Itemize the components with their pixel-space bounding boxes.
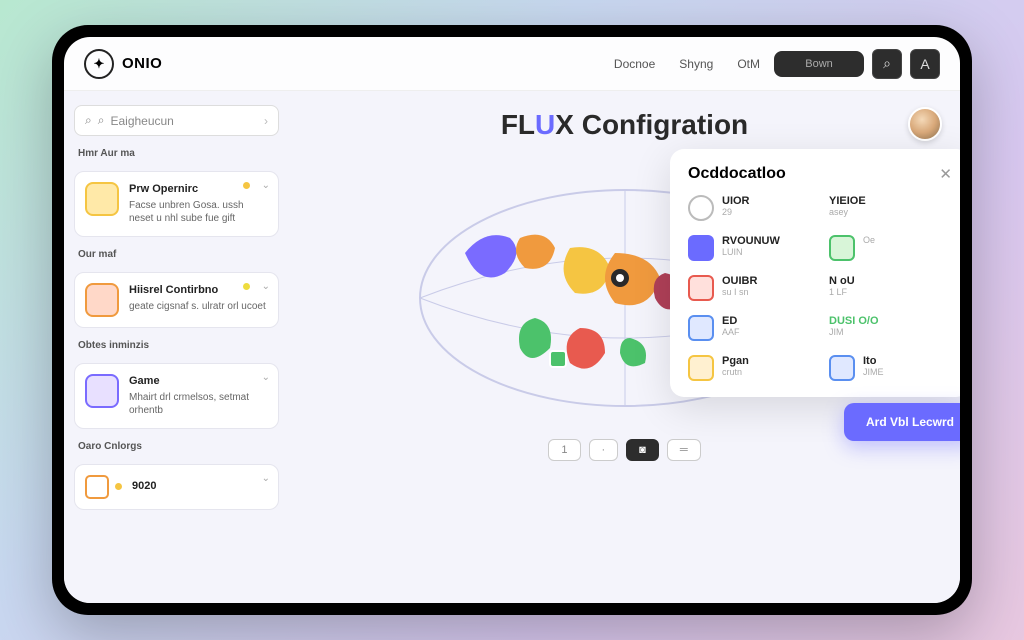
cell-sub: Oe	[863, 235, 875, 245]
sidebar-card-1[interactable]: Prw Opernirc Facse unbren Gosa. ussh nes…	[74, 171, 279, 237]
screen: ✦ ONIO Docnoe Shyng OtM Bown ⌕ A ⌕ ⌕ Eai…	[64, 37, 960, 603]
chevron-icon: ⌄	[262, 473, 270, 484]
control-4[interactable]: ═	[667, 439, 701, 461]
square-icon	[688, 275, 714, 301]
sidebar-heading-3: Obtes inminzis	[74, 338, 279, 353]
panel-cell[interactable]: YIEIOEasey	[829, 195, 952, 221]
brand-name: ONIO	[122, 55, 162, 72]
cell-sub: crutn	[722, 367, 749, 377]
search-chevron-icon: ›	[264, 114, 268, 128]
cell-label: RVOUNUW	[722, 235, 780, 247]
search-icon: ⌕	[85, 113, 92, 128]
panel-cell[interactable]: DUSI O/OJIM	[829, 315, 952, 341]
tablet-frame: ✦ ONIO Docnoe Shyng OtM Bown ⌕ A ⌕ ⌕ Eai…	[52, 25, 972, 615]
nav-item-2[interactable]: Shyng	[679, 57, 713, 71]
home-icon	[829, 355, 855, 381]
page-title: FLUX Configration	[309, 109, 940, 141]
square-icon	[688, 315, 714, 341]
panel-cell[interactable]: EDAAF	[688, 315, 811, 341]
control-1[interactable]: 1	[548, 439, 580, 461]
logo-icon: ✦	[84, 49, 114, 79]
panel-cell[interactable]: UIOR29	[688, 195, 811, 221]
card-desc-3: Mhairt drl crmelsos, setmat orhentb	[129, 391, 268, 418]
control-2[interactable]: ·	[589, 439, 619, 461]
cell-label: Pgan	[722, 355, 749, 367]
cell-sub: LUIN	[722, 247, 780, 257]
card-icon-3	[85, 374, 119, 408]
panel-cell[interactable]: Oe	[829, 235, 952, 261]
square-icon	[688, 355, 714, 381]
card-text-3: Game Mhairt drl crmelsos, setmat orhentb	[129, 374, 268, 418]
square-icon	[688, 235, 714, 261]
search-input[interactable]: ⌕ ⌕ Eaigheucun ›	[74, 105, 279, 136]
panel-cell[interactable]: N oU1 LF	[829, 275, 952, 301]
search-icon-2: ⌕	[98, 113, 105, 128]
main: FLUX Configration	[289, 91, 960, 603]
cell-sub: AAF	[722, 327, 740, 337]
top-right: Bown ⌕ A	[774, 49, 940, 79]
search-placeholder: Eaigheucun	[110, 114, 173, 128]
card-desc-1: Facse unbren Gosa. ussh neset u nhl sube…	[129, 199, 268, 226]
cell-label: DUSI O/O	[829, 315, 879, 327]
sidebar-card-2[interactable]: Hiisrel Contirbno geate cigsnaf s. ulrat…	[74, 272, 279, 328]
avatar[interactable]	[908, 107, 942, 141]
title-suffix: X Configration	[555, 109, 748, 140]
status-pill[interactable]: Bown	[774, 51, 864, 77]
cell-sub: asey	[829, 207, 866, 217]
card-icon-4	[85, 475, 109, 499]
cell-label: YIEIOE	[829, 195, 866, 207]
title-accent: U	[535, 109, 555, 140]
nav-item-1[interactable]: Docnoe	[614, 57, 655, 71]
panel-header: Ocddocatloo ✕	[688, 165, 952, 183]
control-3[interactable]: ◙	[626, 439, 659, 461]
cell-label: OUIBR	[722, 275, 757, 287]
radio-icon	[688, 195, 714, 221]
status-dot-2	[243, 283, 250, 290]
card-title-3: Game	[129, 374, 268, 389]
close-icon[interactable]: ✕	[939, 165, 952, 183]
sidebar-heading-1: Hmr Aur ma	[74, 146, 279, 161]
cell-label: N oU	[829, 275, 855, 287]
chevron-icon: ⌄	[262, 372, 270, 383]
sidebar-heading-2: Our maf	[74, 247, 279, 262]
cell-sub: 29	[722, 207, 750, 217]
status-dot-1	[243, 182, 250, 189]
panel-cell[interactable]: OUIBRsu I sn	[688, 275, 811, 301]
map-controls: 1 · ◙ ═	[309, 439, 940, 461]
cell-sub: JIME	[863, 367, 884, 377]
chevron-icon: ⌄	[262, 281, 270, 292]
panel-cell[interactable]: RVOUNUWLUIN	[688, 235, 811, 261]
panel-cell[interactable]: ItoJIME	[829, 355, 952, 381]
square-icon	[829, 235, 855, 261]
logo[interactable]: ✦ ONIO	[84, 49, 162, 79]
chevron-icon: ⌄	[262, 180, 270, 191]
sidebar-card-3[interactable]: Game Mhairt drl crmelsos, setmat orhentb…	[74, 363, 279, 429]
panel-cell[interactable]: Pgancrutn	[688, 355, 811, 381]
content: ⌕ ⌕ Eaigheucun › Hmr Aur ma Prw Opernirc…	[64, 91, 960, 603]
cell-sub: su I sn	[722, 287, 757, 297]
nav-item-3[interactable]: OtM	[737, 57, 760, 71]
status-dot-4	[115, 483, 122, 490]
topbar: ✦ ONIO Docnoe Shyng OtM Bown ⌕ A	[64, 37, 960, 91]
sidebar-card-4[interactable]: 9020 ⌄	[74, 464, 279, 510]
sidebar: ⌕ ⌕ Eaigheucun › Hmr Aur ma Prw Opernirc…	[64, 91, 289, 603]
cell-sub: JIM	[829, 327, 879, 337]
cell-label: ED	[722, 315, 740, 327]
cell-sub: 1 LF	[829, 287, 855, 297]
card-desc-2: geate cigsnaf s. ulratr orl ucoet	[129, 300, 266, 314]
panel-title: Ocddocatloo	[688, 165, 786, 183]
title-prefix: FL	[501, 109, 535, 140]
cta-button[interactable]: Ard Vbl Lecwrd	[844, 403, 960, 441]
card-icon-2	[85, 283, 119, 317]
user-icon[interactable]: A	[910, 49, 940, 79]
card-icon-1	[85, 182, 119, 216]
cell-label: UIOR	[722, 195, 750, 207]
card-title-4: 9020	[132, 480, 156, 492]
sidebar-heading-4: Oaro Cnlorgs	[74, 439, 279, 454]
panel-grid: UIOR29 YIEIOEasey RVOUNUWLUIN Oe OUIBRsu…	[688, 195, 952, 381]
top-nav: Docnoe Shyng OtM	[614, 57, 760, 71]
cell-label: Ito	[863, 355, 884, 367]
search-icon[interactable]: ⌕	[872, 49, 902, 79]
side-panel: Ocddocatloo ✕ UIOR29 YIEIOEasey RVOUNUWL…	[670, 149, 960, 397]
